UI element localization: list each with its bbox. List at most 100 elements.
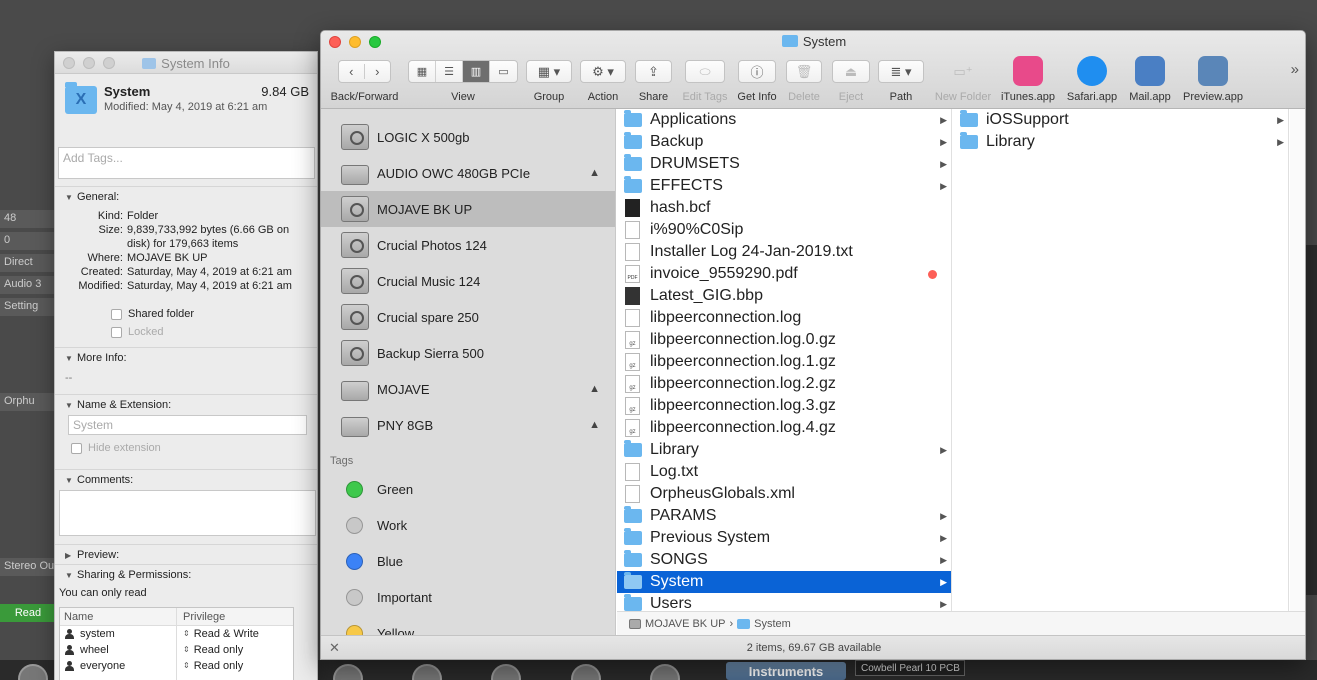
group-button[interactable]: ▦ ▾ [526, 60, 572, 83]
list-item-label: SONGS [650, 551, 708, 568]
name-field[interactable]: System [68, 415, 307, 435]
get-info-button[interactable]: ⓘ [738, 60, 776, 83]
list-item[interactable]: PARAMS ▶ [617, 505, 951, 527]
sidebar-item-crucial-music[interactable]: Crucial Music 124 [321, 263, 615, 299]
list-item[interactable]: libpeerconnection.log.1.gz [617, 351, 951, 373]
list-item[interactable]: Log.txt [617, 461, 951, 483]
list-item[interactable]: SONGS ▶ [617, 549, 951, 571]
view-control[interactable]: ▦ ☰ ▥ ▭ [408, 60, 518, 83]
eject-icon[interactable]: ▲ [589, 419, 600, 431]
general-disclosure[interactable]: ▼ General: [65, 191, 317, 203]
sharing-disclosure[interactable]: ▼ Sharing & Permissions: [65, 569, 317, 581]
itunes-app-icon[interactable] [1013, 56, 1043, 86]
sidebar-item-logic-x[interactable]: LOGIC X 500gb [321, 119, 615, 155]
hard-disk-icon [341, 304, 369, 330]
privilege-column-header[interactable]: Privilege [177, 608, 293, 625]
add-tags-field[interactable]: Add Tags... [58, 147, 315, 179]
shared-folder-checkbox[interactable]: Shared folder [111, 305, 317, 323]
path-button[interactable]: ≣ ▾ [878, 60, 924, 83]
name-extension-disclosure[interactable]: ▼ Name & Extension: [65, 399, 317, 411]
eject-icon[interactable]: ▲ [589, 383, 600, 395]
finder-window: System ‹ › Back/Forward ▦ ☰ ▥ ▭ View ▦ ▾… [320, 30, 1306, 660]
sidebar-item-backup-sierra[interactable]: Backup Sierra 500 [321, 335, 615, 371]
comments-disclosure[interactable]: ▼ Comments: [65, 474, 317, 486]
finder-toolbar: System ‹ › Back/Forward ▦ ☰ ▥ ▭ View ▦ ▾… [321, 31, 1305, 109]
share-button[interactable]: ⇪ [635, 60, 672, 83]
gz-file-icon [625, 353, 640, 371]
privilege-popup[interactable]: ⇕ Read only [177, 658, 293, 674]
list-item[interactable]: invoice_9559290.pdf [617, 263, 951, 285]
list-item[interactable]: libpeerconnection.log.0.gz [617, 329, 951, 351]
list-item[interactable]: Library ▶ [953, 131, 1288, 153]
sidebar-tag-yellow[interactable]: Yellow [321, 615, 615, 635]
list-item[interactable]: libpeerconnection.log.4.gz [617, 417, 951, 439]
list-view-icon[interactable]: ☰ [436, 61, 463, 82]
privilege-popup[interactable]: ⇕ Read only [177, 642, 293, 658]
name-column-header[interactable]: Name [60, 608, 177, 625]
path-segment-folder[interactable]: System [754, 618, 791, 630]
bg-read-button[interactable]: Read [0, 604, 56, 622]
locked-checkbox[interactable]: Locked [111, 323, 317, 341]
back-forward-control[interactable]: ‹ › [338, 60, 391, 83]
hide-extension-checkbox[interactable]: Hide extension [71, 439, 317, 457]
new-folder-button[interactable]: ▭⁺ [943, 60, 983, 83]
sidebar-tag-green[interactable]: Green [321, 471, 615, 507]
list-item[interactable]: hash.bcf [617, 197, 951, 219]
list-item[interactable]: Installer Log 24-Jan-2019.txt [617, 241, 951, 263]
list-item[interactable]: Library ▶ [617, 439, 951, 461]
path-segment-disk[interactable]: MOJAVE BK UP [645, 618, 725, 630]
list-item[interactable]: libpeerconnection.log [617, 307, 951, 329]
list-item[interactable]: Applications ▶ [617, 109, 951, 131]
disclosure-arrow-icon: ▶ [1277, 114, 1284, 125]
sidebar-item-crucial-spare[interactable]: Crucial spare 250 [321, 299, 615, 335]
sidebar-item-pny[interactable]: PNY 8GB ▲ [321, 407, 615, 443]
list-item[interactable]: OrpheusGlobals.xml [617, 483, 951, 505]
list-item-label: Backup [650, 133, 704, 150]
forward-arrow-icon[interactable]: › [365, 64, 390, 79]
sidebar-item-mojave[interactable]: MOJAVE ▲ [321, 371, 615, 407]
icon-view-icon[interactable]: ▦ [409, 61, 436, 82]
list-item[interactable]: i%90%C0Sip [617, 219, 951, 241]
list-item[interactable]: DRUMSETS ▶ [617, 153, 951, 175]
privilege-popup[interactable]: ⇕ Read & Write [177, 626, 293, 642]
doc-file-icon [625, 309, 640, 327]
back-arrow-icon[interactable]: ‹ [339, 64, 365, 79]
permissions-header: Name Privilege [60, 608, 293, 626]
sidebar-item-crucial-photos[interactable]: Crucial Photos 124 [321, 227, 615, 263]
preview-disclosure[interactable]: ▶ Preview: [65, 549, 317, 561]
folder-icon [624, 154, 642, 171]
bg-instruments-button[interactable]: Instruments [726, 662, 846, 680]
edit-tags-button[interactable]: ⬭ [685, 60, 725, 83]
sidebar-tag-work[interactable]: Work [321, 507, 615, 543]
more-info-disclosure[interactable]: ▼ More Info: [65, 352, 317, 364]
list-item[interactable]: iOSSupport ▶ [953, 109, 1288, 131]
list-item[interactable]: System ▶ [617, 571, 951, 593]
eject-button[interactable]: ⏏ [832, 60, 870, 83]
list-item[interactable]: libpeerconnection.log.3.gz [617, 395, 951, 417]
sidebar-tag-blue[interactable]: Blue [321, 543, 615, 579]
gallery-view-icon[interactable]: ▭ [490, 61, 517, 82]
safari-app-icon[interactable] [1077, 56, 1107, 86]
action-button[interactable]: ⚙ ▾ [580, 60, 626, 83]
mail-app-icon[interactable] [1135, 56, 1165, 86]
list-item[interactable]: Backup ▶ [617, 131, 951, 153]
sidebar-item-audio-owc[interactable]: AUDIO OWC 480GB PCIe ▲ [321, 155, 615, 191]
list-item[interactable]: Previous System ▶ [617, 527, 951, 549]
column-view-icon[interactable]: ▥ [463, 61, 490, 82]
sidebar-tag-important[interactable]: Important [321, 579, 615, 615]
perm-privilege: Read only [193, 660, 244, 672]
table-row[interactable]: system ⇕ Read & Write [60, 626, 293, 642]
delete-button[interactable]: 🗑 [786, 60, 822, 83]
table-row[interactable]: wheel ⇕ Read only [60, 642, 293, 658]
path-icon: ≣ ▾ [890, 63, 912, 79]
toolbar-overflow-chevron-icon[interactable]: » [1291, 61, 1299, 78]
info-titlebar[interactable]: System Info [55, 52, 317, 74]
preview-app-icon[interactable] [1198, 56, 1228, 86]
list-item[interactable]: Latest_GIG.bbp [617, 285, 951, 307]
sidebar-item-mojave-bk-up[interactable]: MOJAVE BK UP [321, 191, 615, 227]
list-item[interactable]: EFFECTS ▶ [617, 175, 951, 197]
eject-icon[interactable]: ▲ [589, 167, 600, 179]
comments-field[interactable] [59, 490, 316, 536]
list-item[interactable]: libpeerconnection.log.2.gz [617, 373, 951, 395]
table-row[interactable]: everyone ⇕ Read only [60, 658, 293, 674]
